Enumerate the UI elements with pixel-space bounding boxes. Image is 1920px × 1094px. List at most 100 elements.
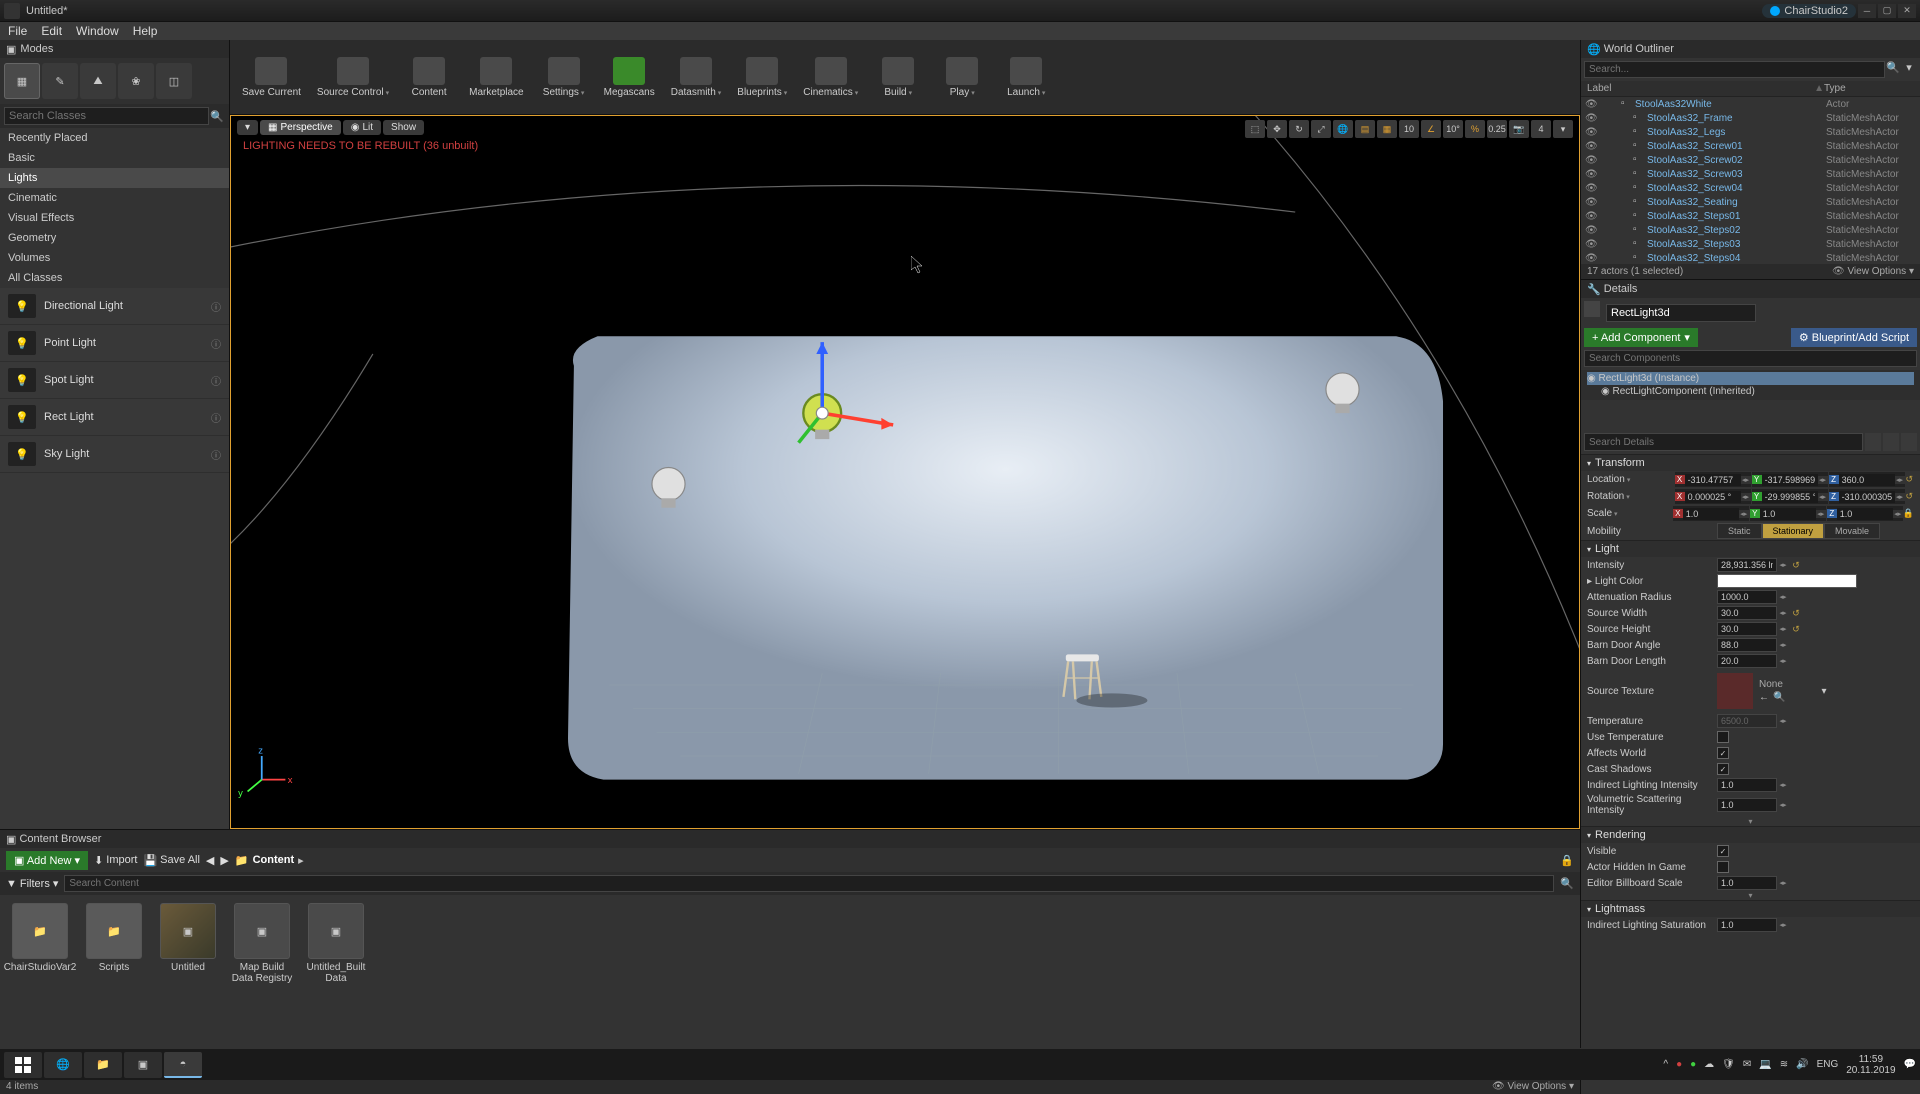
affects-world-checkbox[interactable]: ✓ bbox=[1717, 747, 1729, 759]
outliner-row[interactable]: 👁▫StoolAas32_SeatingStaticMeshActor bbox=[1581, 195, 1920, 209]
reset-icon[interactable]: ↺ bbox=[1789, 560, 1803, 571]
viewport-maximize[interactable]: ▾ bbox=[1553, 120, 1573, 138]
camera-speed-value[interactable]: 4 bbox=[1531, 120, 1551, 138]
info-icon[interactable]: ⓘ bbox=[211, 373, 221, 388]
toolbar-cinematics[interactable]: Cinematics▾ bbox=[799, 55, 862, 100]
taskbar-unreal[interactable]: ◓ bbox=[164, 1052, 202, 1078]
source-texture-thumb[interactable] bbox=[1717, 673, 1753, 709]
attenuation-input[interactable] bbox=[1717, 590, 1777, 604]
taskbar-explorer[interactable]: 📁 bbox=[84, 1052, 122, 1078]
visibility-icon[interactable]: 👁 bbox=[1585, 239, 1599, 250]
notification-icon[interactable]: 💬 bbox=[1904, 1059, 1916, 1070]
component-child[interactable]: ◉ RectLightComponent (Inherited) bbox=[1587, 385, 1914, 398]
intensity-input[interactable] bbox=[1717, 558, 1777, 572]
viewport-canvas[interactable]: x z y bbox=[231, 116, 1579, 828]
toolbar-megascans[interactable]: Megascans bbox=[600, 55, 659, 100]
scale-z-input[interactable] bbox=[1837, 508, 1893, 520]
project-pill[interactable]: ChairStudio2 bbox=[1762, 4, 1856, 18]
visibility-icon[interactable]: 👁 bbox=[1585, 113, 1599, 124]
light-type-directional-light[interactable]: 💡Directional Lightⓘ bbox=[0, 288, 229, 325]
info-icon[interactable]: ⓘ bbox=[211, 336, 221, 351]
system-clock[interactable]: 11:5920.11.2019 bbox=[1846, 1054, 1895, 1076]
visibility-icon[interactable]: 👁 bbox=[1585, 141, 1599, 152]
menu-window[interactable]: Window bbox=[76, 24, 119, 38]
search-details-input[interactable] bbox=[1584, 433, 1863, 451]
transform-mode-select[interactable]: ⬚ bbox=[1245, 120, 1265, 138]
toolbar-play[interactable]: Play▾ bbox=[934, 55, 990, 100]
volumetric-scattering-input[interactable] bbox=[1717, 798, 1777, 812]
asset-untitled_built-data[interactable]: ▣Untitled_BuiltData bbox=[304, 903, 368, 984]
tray-icon[interactable]: 🛡 bbox=[1722, 1059, 1735, 1070]
menu-help[interactable]: Help bbox=[133, 24, 158, 38]
tray-chevron-icon[interactable]: ^ bbox=[1663, 1059, 1668, 1070]
barn-door-length-input[interactable] bbox=[1717, 654, 1777, 668]
transform-mode-rotate[interactable]: ↻ bbox=[1289, 120, 1309, 138]
transform-mode-scale[interactable]: ⤢ bbox=[1311, 120, 1331, 138]
outliner-row[interactable]: 👁▫StoolAas32_Screw01StaticMeshActor bbox=[1581, 139, 1920, 153]
light-type-rect-light[interactable]: 💡Rect Lightⓘ bbox=[0, 399, 229, 436]
location-z-input[interactable] bbox=[1839, 474, 1895, 486]
scale-snap[interactable]: % bbox=[1465, 120, 1485, 138]
billboard-scale-input[interactable] bbox=[1717, 876, 1777, 890]
category-geometry[interactable]: Geometry bbox=[0, 228, 229, 248]
tray-icon[interactable]: ● bbox=[1690, 1059, 1696, 1070]
tray-network-icon[interactable]: ≋ bbox=[1780, 1059, 1788, 1070]
import-button[interactable]: ⬇ Import bbox=[94, 854, 137, 867]
taskbar-chrome[interactable]: 🌐 bbox=[44, 1052, 82, 1078]
visibility-icon[interactable]: 👁 bbox=[1585, 183, 1599, 194]
details-grid-icon[interactable] bbox=[1883, 433, 1899, 451]
temperature-input[interactable] bbox=[1717, 714, 1777, 728]
mobility-static[interactable]: Static bbox=[1717, 523, 1762, 539]
maximize-button[interactable]: ▢ bbox=[1878, 4, 1896, 18]
outliner-row[interactable]: 👁▫StoolAas32_Steps02StaticMeshActor bbox=[1581, 223, 1920, 237]
show-dropdown[interactable]: Show bbox=[383, 120, 424, 135]
details-eye-icon[interactable] bbox=[1865, 433, 1881, 451]
section-light[interactable]: ▾Light bbox=[1581, 540, 1920, 557]
viewport-options[interactable]: ▾ bbox=[237, 120, 258, 135]
angle-snap-value[interactable]: 10° bbox=[1443, 120, 1463, 138]
viewport[interactable]: ▾ ▦Perspective ◉Lit Show LIGHTING NEEDS … bbox=[230, 115, 1580, 829]
mobility-movable[interactable]: Movable bbox=[1824, 523, 1880, 539]
grid-snap-value[interactable]: 10 bbox=[1399, 120, 1419, 138]
menu-edit[interactable]: Edit bbox=[41, 24, 62, 38]
outliner-search[interactable] bbox=[1584, 61, 1885, 78]
category-all-classes[interactable]: All Classes bbox=[0, 268, 229, 288]
location-x-input[interactable] bbox=[1685, 474, 1741, 486]
add-new-button[interactable]: ▣ Add New ▾ bbox=[6, 851, 88, 870]
camera-speed[interactable]: 📷 bbox=[1509, 120, 1529, 138]
actor-name-input[interactable] bbox=[1606, 304, 1756, 322]
outliner-row[interactable]: 👁▫StoolAas32_FrameStaticMeshActor bbox=[1581, 111, 1920, 125]
visibility-icon[interactable]: 👁 bbox=[1585, 197, 1599, 208]
visibility-icon[interactable]: 👁 bbox=[1585, 253, 1599, 264]
search-classes-input[interactable] bbox=[4, 107, 209, 125]
outliner-row[interactable]: 👁▫StoolAas32WhiteActor bbox=[1581, 97, 1920, 111]
toolbar-datasmith[interactable]: Datasmith▾ bbox=[667, 55, 726, 100]
asset-chairstudiovar2[interactable]: 📁ChairStudioVar2 bbox=[8, 903, 72, 973]
mode-paint[interactable]: ✎ bbox=[42, 63, 78, 99]
content-search-input[interactable] bbox=[64, 875, 1554, 892]
visibility-icon[interactable]: 👁 bbox=[1585, 211, 1599, 222]
tray-icon[interactable]: ✉ bbox=[1743, 1059, 1751, 1070]
start-button[interactable] bbox=[4, 1052, 42, 1078]
cast-shadows-checkbox[interactable]: ✓ bbox=[1717, 763, 1729, 775]
outliner-row[interactable]: 👁▫StoolAas32_LegsStaticMeshActor bbox=[1581, 125, 1920, 139]
outliner-row[interactable]: 👁▫StoolAas32_Steps04StaticMeshActor bbox=[1581, 251, 1920, 264]
details-lock-icon[interactable] bbox=[1901, 433, 1917, 451]
category-basic[interactable]: Basic bbox=[0, 148, 229, 168]
light-type-point-light[interactable]: 💡Point Lightⓘ bbox=[0, 325, 229, 362]
category-cinematic[interactable]: Cinematic bbox=[0, 188, 229, 208]
info-icon[interactable]: ⓘ bbox=[211, 299, 221, 314]
search-components-input[interactable] bbox=[1584, 350, 1917, 367]
light-color-swatch[interactable] bbox=[1717, 574, 1857, 588]
hidden-in-game-checkbox[interactable] bbox=[1717, 861, 1729, 873]
source-height-input[interactable] bbox=[1717, 622, 1777, 636]
info-icon[interactable]: ⓘ bbox=[211, 410, 221, 425]
visibility-icon[interactable]: 👁 bbox=[1585, 127, 1599, 138]
outliner-row[interactable]: 👁▫StoolAas32_Screw04StaticMeshActor bbox=[1581, 181, 1920, 195]
asset-map-build-data-registry[interactable]: ▣Map Build Data Registry bbox=[230, 903, 294, 984]
save-all-button[interactable]: 💾 Save All bbox=[143, 854, 199, 867]
surface-snap[interactable]: ▤ bbox=[1355, 120, 1375, 138]
toolbar-launch[interactable]: Launch▾ bbox=[998, 55, 1054, 100]
angle-snap[interactable]: ∠ bbox=[1421, 120, 1441, 138]
tray-icon[interactable]: 💻 bbox=[1759, 1059, 1771, 1070]
